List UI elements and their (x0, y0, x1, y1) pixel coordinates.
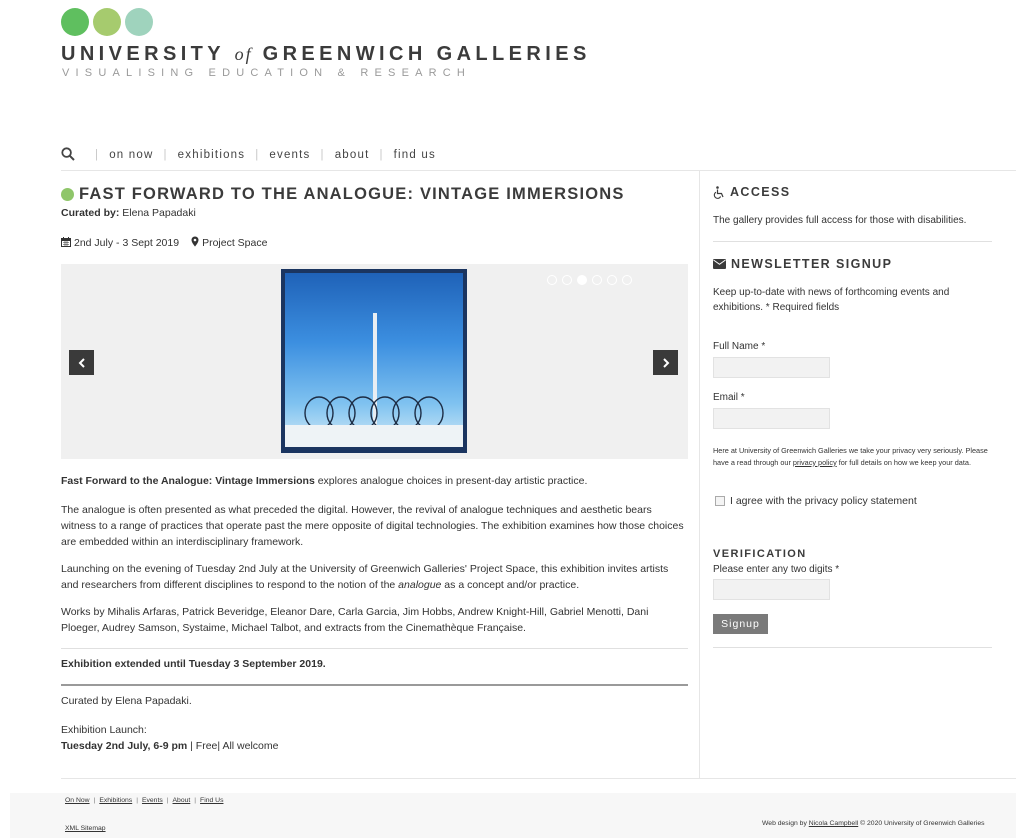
footer-link-about[interactable]: About (173, 797, 191, 804)
exhibition-title: FAST FORWARD TO THE ANALOGUE: VINTAGE IM… (61, 185, 625, 204)
designer-link[interactable]: Nicola Campbell (809, 820, 859, 827)
credit-text-end: © 2020 University of Greenwich Galleries (858, 820, 985, 827)
slider-dot[interactable] (577, 275, 587, 285)
launch-paragraph-end: as a concept and/or practice. (441, 579, 580, 591)
nav-item-exhibitions[interactable]: exhibitions (178, 149, 246, 161)
credit-text-start: Web design by (762, 820, 809, 827)
curated-by: Curated by: Elena Papadaki (61, 207, 196, 219)
slider-pagination (547, 275, 637, 285)
launch-label: Exhibition Launch: (61, 724, 147, 736)
nav-separator: | (320, 149, 325, 161)
site-subtitle: VISUALISING EDUCATION & RESEARCH (62, 67, 472, 79)
slider-dot[interactable] (607, 275, 617, 285)
launch-when: Tuesday 2nd July, 6-9 pm (61, 740, 188, 752)
email-label: Email * (713, 392, 745, 403)
newsletter-heading: NEWSLETTER SIGNUP (713, 257, 892, 271)
privacy-notice: Here at University of Greenwich Gallerie… (713, 445, 994, 468)
calendar-icon (61, 236, 71, 250)
sidebar-divider (713, 241, 992, 242)
slider-dot[interactable] (592, 275, 602, 285)
site-title[interactable]: UNIVERSITY of GREENWICH GALLERIES (61, 43, 591, 66)
chevron-left-icon (78, 357, 85, 368)
footer-link-exhibitions[interactable]: Exhibitions (99, 797, 132, 804)
privacy-agree-checkbox[interactable] (715, 496, 725, 506)
nav-item-about[interactable]: about (335, 149, 370, 161)
slide-image (281, 269, 632, 453)
logo-dot-green (61, 8, 89, 36)
sidebar-divider (713, 647, 992, 648)
main-nav: | on now | exhibitions | events | about … (61, 146, 436, 164)
nav-divider (61, 170, 1016, 171)
slider-next-button[interactable] (653, 350, 678, 375)
column-divider (699, 171, 700, 778)
launch-details: Tuesday 2nd July, 6-9 pm | Free| All wel… (61, 740, 278, 752)
launch-paragraph-italic: analogue (398, 579, 442, 591)
wheelchair-icon (713, 185, 725, 199)
status-bullet-icon (61, 188, 74, 201)
xml-sitemap-link[interactable]: XML Sitemap (65, 825, 106, 832)
footer-divider (61, 778, 1016, 779)
content-divider (61, 648, 688, 649)
content-divider-strong (61, 684, 688, 686)
privacy-agree: I agree with the privacy policy statemen… (715, 495, 917, 507)
slider-dot[interactable] (622, 275, 632, 285)
image-slider[interactable] (61, 264, 688, 459)
exhibition-dates: 2nd July - 3 Sept 2019 (74, 237, 180, 249)
verification-heading: VERIFICATION (713, 548, 807, 560)
slider-dot[interactable] (547, 275, 557, 285)
exhibition-meta: 2nd July - 3 Sept 2019 Project Space (61, 236, 267, 250)
footer-credit: Web design by Nicola Campbell © 2020 Uni… (762, 820, 985, 827)
launch-rest: | Free| All welcome (187, 740, 279, 752)
search-icon[interactable] (61, 147, 77, 163)
privacy-policy-link[interactable]: privacy policy (793, 458, 837, 467)
nav-item-on-now[interactable]: on now (109, 149, 153, 161)
site-title-of: of (234, 44, 253, 64)
full-name-field[interactable] (713, 357, 830, 378)
curator-name: Elena Papadaki (122, 207, 196, 219)
nav-separator: | (255, 149, 260, 161)
access-text: The gallery provides full access for tho… (713, 215, 967, 226)
footer-link-events[interactable]: Events (142, 797, 163, 804)
verification-text: Please enter any two digits * (713, 564, 840, 575)
nav-separator: | (163, 149, 168, 161)
footer-link-on-now[interactable]: On Now (65, 797, 90, 804)
nav-item-find-us[interactable]: find us (394, 149, 436, 161)
footer-links: On Now | Exhibitions | Events | About | Find Us (65, 797, 224, 804)
intro-rest: explores analogue choices in present-day… (314, 475, 588, 487)
exhibition-title-text: FAST FORWARD TO THE ANALOGUE: VINTAGE IM… (79, 185, 625, 203)
envelope-icon (713, 259, 726, 269)
newsletter-text: Keep up-to-date with news of forthcoming… (713, 287, 950, 313)
curated-line: Curated by Elena Papadaki. (61, 695, 192, 707)
extended-notice: Exhibition extended until Tuesday 3 Sept… (61, 658, 326, 670)
access-heading: ACCESS (713, 185, 791, 199)
nav-separator: | (95, 149, 100, 161)
launch-paragraph: Launching on the evening of Tuesday 2nd … (61, 561, 688, 593)
artists-paragraph: Works by Mihalis Arfaras, Patrick Beveri… (61, 606, 649, 634)
slider-prev-button[interactable] (69, 350, 94, 375)
access-heading-text: ACCESS (730, 185, 791, 199)
site-title-part1: UNIVERSITY (61, 43, 225, 65)
curated-by-label: Curated by: (61, 207, 120, 219)
slider-dot[interactable] (562, 275, 572, 285)
privacy-text-end: for full details on how we keep your dat… (836, 457, 971, 467)
intro-paragraph: Fast Forward to the Analogue: Vintage Im… (61, 473, 688, 489)
nav-item-events[interactable]: events (269, 149, 310, 161)
exhibition-venue: Project Space (202, 237, 268, 249)
footer: On Now | Exhibitions | Events | About | Find Us … (10, 793, 1016, 838)
intro-bold: Fast Forward to the Analogue: Vintage Im… (61, 475, 315, 487)
description-paragraph: The analogue is often presented as what … (61, 504, 684, 548)
signup-button[interactable]: Signup (713, 614, 768, 634)
full-name-label: Full Name * (713, 341, 766, 352)
map-marker-icon (191, 236, 199, 250)
logo-dot-lime (93, 8, 121, 36)
chevron-right-icon (662, 357, 669, 368)
site-title-part2: GREENWICH GALLERIES (262, 43, 591, 65)
verification-field[interactable] (713, 579, 830, 600)
newsletter-heading-text: NEWSLETTER SIGNUP (731, 257, 893, 271)
logo-dot-mint (125, 8, 153, 36)
email-field[interactable] (713, 408, 830, 429)
nav-separator: | (379, 149, 384, 161)
footer-link-find-us[interactable]: Find Us (200, 797, 223, 804)
privacy-agree-label[interactable]: I agree with the privacy policy statemen… (730, 495, 917, 507)
